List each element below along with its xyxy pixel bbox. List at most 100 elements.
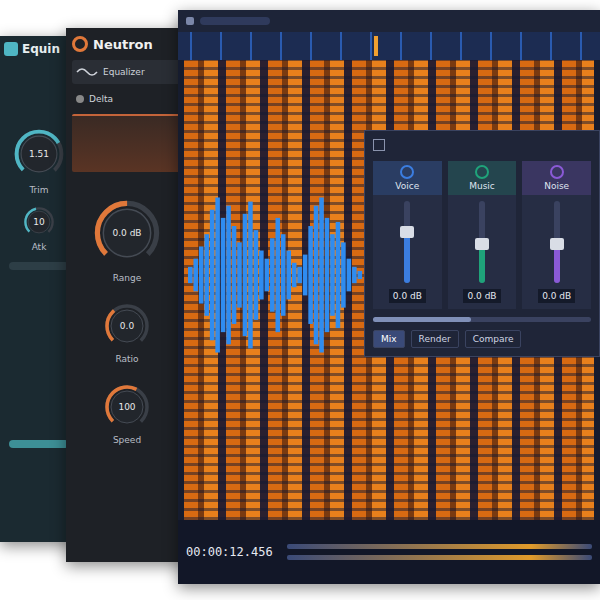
waveform-bar bbox=[358, 271, 363, 279]
knob-value: 0.0 dB bbox=[90, 196, 164, 270]
band-row[interactable]: Delta bbox=[72, 92, 182, 106]
module-name: Equalizer bbox=[103, 67, 145, 77]
meter-strip bbox=[9, 262, 69, 270]
slider-thumb[interactable] bbox=[550, 238, 564, 250]
waveform-bar bbox=[352, 267, 357, 283]
waveform-bar bbox=[221, 218, 226, 332]
knob-value: 10 bbox=[22, 205, 56, 239]
channel-icon bbox=[550, 165, 564, 179]
waveform-bar bbox=[243, 214, 248, 336]
waveform-bar bbox=[199, 246, 204, 303]
waveform-bar bbox=[270, 238, 275, 311]
logo-icon bbox=[4, 42, 18, 56]
channel-icon bbox=[400, 165, 414, 179]
channel-strip: Noise 0.0 dB bbox=[522, 161, 591, 309]
panel-button[interactable]: Compare bbox=[465, 330, 522, 348]
channel-strip: Music 0.0 dB bbox=[448, 161, 517, 309]
knob[interactable]: 0.0 Ratio bbox=[102, 301, 152, 364]
title-bar: Equin bbox=[4, 42, 74, 56]
knob-label: Ratio bbox=[115, 354, 138, 364]
knob-label: Trim bbox=[29, 185, 48, 195]
waveform-bar bbox=[237, 242, 242, 307]
waveform-bar bbox=[286, 251, 291, 300]
waveform-bar bbox=[193, 259, 198, 292]
gain-slider[interactable] bbox=[404, 201, 410, 283]
waveform-bar bbox=[226, 206, 231, 345]
waveform bbox=[188, 190, 363, 360]
waveform-bar bbox=[308, 226, 313, 324]
channel-name: Voice bbox=[395, 181, 419, 191]
knob-value: 100 bbox=[102, 382, 152, 432]
waveform-bar bbox=[276, 218, 281, 332]
logo-icon bbox=[72, 36, 88, 52]
waveform-bar bbox=[347, 259, 352, 292]
gain-slider[interactable] bbox=[479, 201, 485, 283]
waveform-bar bbox=[341, 242, 346, 307]
timeline[interactable] bbox=[178, 32, 600, 60]
eq-graph bbox=[72, 114, 182, 172]
wave-icon bbox=[76, 66, 98, 78]
level-meter bbox=[287, 544, 592, 549]
slider-thumb[interactable] bbox=[400, 226, 414, 238]
window-title: Equin bbox=[22, 42, 60, 56]
waveform-bar bbox=[204, 234, 209, 316]
module-panel: Voice 0.0 dB Music 0.0 dB Noise 0.0 dB M… bbox=[364, 130, 600, 357]
waveform-bar bbox=[281, 234, 286, 316]
panel-button[interactable]: Render bbox=[411, 330, 459, 348]
window-title: Neutron bbox=[93, 37, 153, 52]
amount-slider[interactable] bbox=[373, 317, 591, 322]
knob[interactable]: 10 Atk bbox=[22, 205, 56, 252]
waveform-bar bbox=[330, 234, 335, 316]
knob[interactable]: 100 Speed bbox=[102, 382, 152, 445]
tab-pill bbox=[200, 17, 270, 25]
level-meter bbox=[287, 555, 592, 560]
panel-button[interactable]: Mix bbox=[373, 330, 405, 348]
gain-reading: 0.0 dB bbox=[538, 289, 575, 303]
waveform-bar bbox=[314, 206, 319, 345]
waveform-bar bbox=[319, 197, 324, 352]
meter-strip bbox=[9, 440, 69, 448]
waveform-bar bbox=[259, 251, 264, 300]
gain-reading: 0.0 dB bbox=[389, 289, 426, 303]
time-display: 00:00:12.456 bbox=[186, 545, 273, 559]
waveform-bar bbox=[248, 202, 253, 349]
playhead-icon bbox=[374, 36, 378, 56]
band-name: Delta bbox=[89, 94, 113, 104]
toolbar bbox=[178, 10, 600, 32]
bulb-icon bbox=[76, 95, 84, 103]
knob-label: Range bbox=[113, 273, 142, 283]
knob-label: Speed bbox=[113, 435, 141, 445]
waveform-bar bbox=[325, 218, 330, 332]
waveform-bar bbox=[336, 222, 341, 328]
channel-icon bbox=[475, 165, 489, 179]
waveform-bar bbox=[292, 263, 297, 287]
knob[interactable]: 1.51 Trim bbox=[11, 126, 67, 195]
channel-strip: Voice 0.0 dB bbox=[373, 161, 442, 309]
waveform-bar bbox=[215, 197, 220, 352]
neutron-window: Neutron Equalizer Delta 0.0 dB Range 0.0… bbox=[66, 28, 188, 562]
gain-slider[interactable] bbox=[554, 201, 560, 283]
knob-value: 1.51 bbox=[11, 126, 67, 182]
waveform-bar bbox=[210, 210, 215, 341]
module-icon bbox=[373, 139, 385, 151]
knob-value: 0.0 bbox=[102, 301, 152, 351]
channel-name: Music bbox=[469, 181, 495, 191]
slider-thumb[interactable] bbox=[475, 238, 489, 250]
channel-name: Noise bbox=[544, 181, 569, 191]
waveform-bar bbox=[188, 267, 193, 283]
waveform-bar bbox=[232, 226, 237, 324]
knob-label: Atk bbox=[32, 242, 47, 252]
waveform-bar bbox=[254, 230, 259, 320]
waveform-bar bbox=[303, 255, 308, 296]
spectrogram[interactable]: Voice 0.0 dB Music 0.0 dB Noise 0.0 dB M… bbox=[184, 60, 594, 520]
rx-window: Voice 0.0 dB Music 0.0 dB Noise 0.0 dB M… bbox=[178, 10, 600, 584]
gain-reading: 0.0 dB bbox=[463, 289, 500, 303]
title-bar: Neutron bbox=[72, 36, 182, 52]
transport-bar: 00:00:12.456 bbox=[178, 520, 600, 584]
waveform-bar bbox=[265, 259, 270, 292]
knob[interactable]: 0.0 dB Range bbox=[90, 196, 164, 283]
waveform-bar bbox=[297, 267, 302, 283]
module-row[interactable]: Equalizer bbox=[72, 60, 182, 84]
menu-icon bbox=[186, 17, 194, 25]
product-collage: Equin 1.51 Trim 10 Atk Neutron Equalizer… bbox=[0, 0, 600, 600]
